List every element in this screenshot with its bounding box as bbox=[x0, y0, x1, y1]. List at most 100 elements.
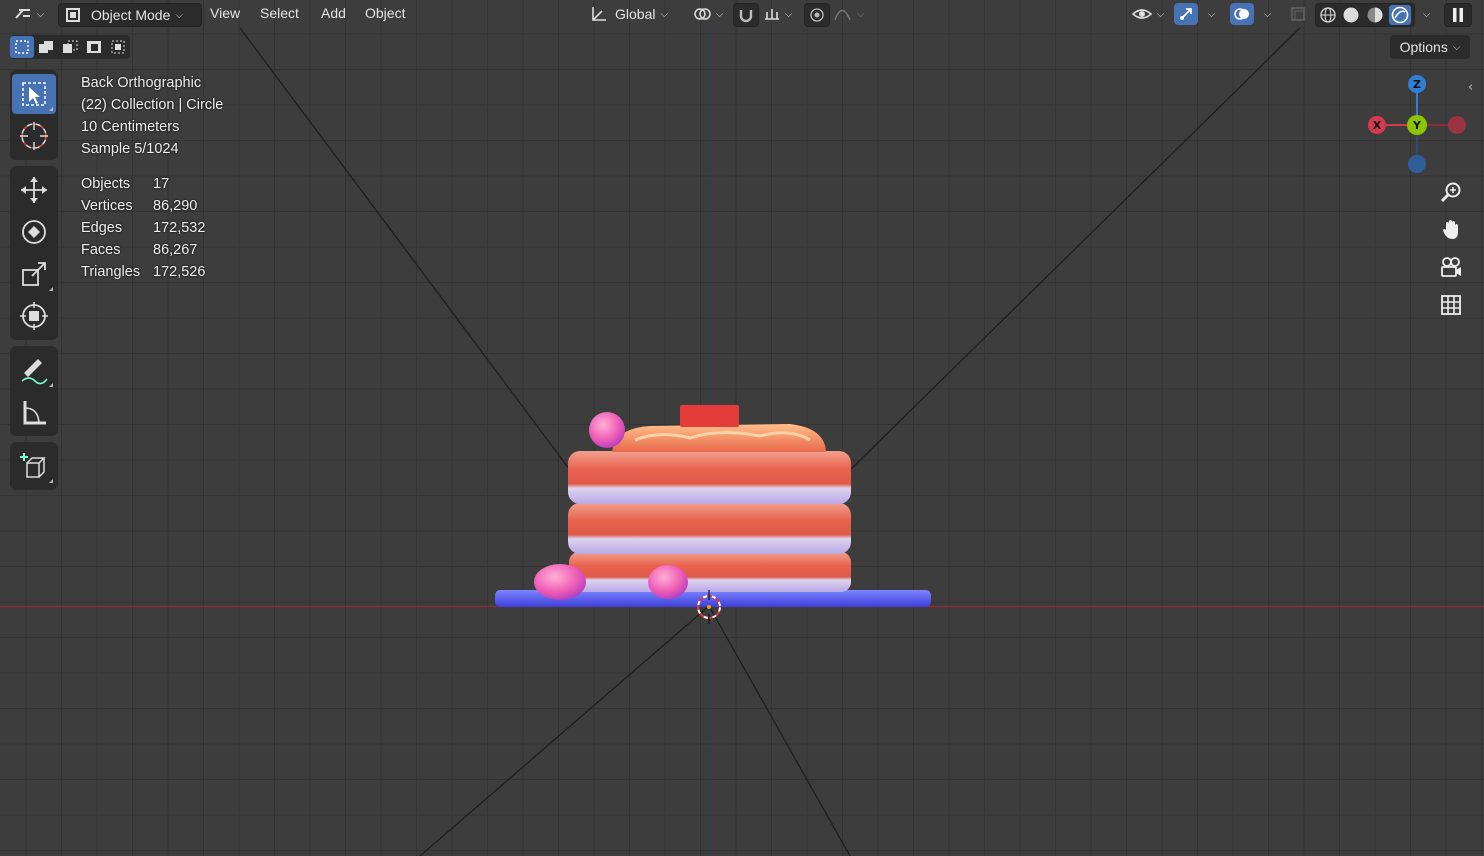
tool-options-indicator bbox=[49, 479, 53, 483]
orientation-label: Global bbox=[615, 6, 656, 22]
stat-label: Faces bbox=[81, 242, 121, 258]
stat-value: 172,532 bbox=[153, 220, 206, 236]
toggle-perspective-button[interactable] bbox=[1434, 288, 1468, 322]
transform-tool[interactable] bbox=[12, 296, 56, 336]
select-box-tool[interactable] bbox=[12, 74, 56, 114]
camera-icon bbox=[1441, 257, 1461, 277]
gizmo-icon bbox=[1180, 8, 1192, 20]
select-new-button[interactable] bbox=[10, 36, 34, 58]
options-dropdown[interactable]: Options ⌵ bbox=[1390, 35, 1470, 59]
tool-options-indicator bbox=[49, 107, 53, 111]
shading-dropdown[interactable]: ⌵ bbox=[1414, 3, 1434, 25]
select-subtract-icon bbox=[63, 40, 78, 53]
camera-view-button[interactable] bbox=[1434, 250, 1468, 284]
scale-tool[interactable] bbox=[12, 254, 56, 294]
falloff-curve-icon bbox=[834, 9, 851, 21]
navigation-gizmo[interactable]: Z X Y bbox=[1360, 70, 1470, 180]
viewport-header: ⌵ Object Mode ⌵ View Select Add Object G… bbox=[0, 0, 1484, 29]
select-subtract-button[interactable] bbox=[58, 39, 82, 55]
material-shading-icon[interactable] bbox=[1366, 6, 1384, 24]
camera-line bbox=[239, 27, 571, 471]
add-cube-tool[interactable] bbox=[12, 446, 56, 486]
gizmo-x-label: X bbox=[1373, 119, 1382, 132]
collection-label: (22) Collection | Circle bbox=[81, 97, 224, 113]
solid-shading-icon[interactable] bbox=[1342, 6, 1360, 24]
grid-icon bbox=[1441, 295, 1461, 315]
cursor-tool[interactable] bbox=[12, 116, 56, 156]
stat-row: Vertices 86,290 bbox=[81, 195, 205, 217]
pan-button[interactable] bbox=[1434, 212, 1468, 246]
editor-type-button[interactable]: ⌵ bbox=[8, 3, 50, 25]
gizmo-toggle[interactable] bbox=[1174, 3, 1198, 25]
menu-object[interactable]: Object bbox=[359, 4, 411, 22]
orientation-icon bbox=[592, 7, 606, 21]
pivot-point-dropdown[interactable]: ⌵ bbox=[690, 3, 726, 25]
add-tools bbox=[10, 442, 58, 490]
gizmo-z-label: Z bbox=[1413, 78, 1421, 91]
menu-select[interactable]: Select bbox=[254, 4, 305, 22]
chevron-down-icon: ⌵ bbox=[1452, 41, 1461, 53]
rendered-shading-button[interactable] bbox=[1389, 5, 1412, 25]
shading-mode-group bbox=[1315, 3, 1415, 27]
transform-orientation-dropdown[interactable]: Global ⌵ bbox=[585, 3, 685, 25]
menu-view[interactable]: View bbox=[204, 4, 246, 22]
rotate-tool[interactable] bbox=[12, 212, 56, 252]
proportional-editing-toggle[interactable] bbox=[804, 3, 830, 27]
chevron-down-icon: ⌵ bbox=[784, 8, 793, 20]
overlays-dropdown[interactable]: ⌵ bbox=[1255, 3, 1275, 25]
stat-value: 86,290 bbox=[153, 198, 198, 214]
mode-label: Object Mode bbox=[91, 7, 171, 23]
butter bbox=[680, 405, 739, 427]
stat-label: Vertices bbox=[81, 198, 133, 214]
chevron-down-icon: ⌵ bbox=[1422, 8, 1431, 20]
viewport-info: Back Orthographic (22) Collection | Circ… bbox=[81, 72, 223, 160]
tool-options-indicator bbox=[49, 287, 53, 291]
add-cube-icon bbox=[20, 453, 46, 478]
menu-add[interactable]: Add bbox=[315, 4, 352, 22]
snap-increment-icon bbox=[764, 9, 779, 20]
selection-mode-group bbox=[10, 35, 130, 59]
mode-dropdown[interactable]: Object Mode ⌵ bbox=[58, 3, 202, 27]
cursor-icon bbox=[20, 122, 48, 150]
select-extend-icon bbox=[39, 41, 53, 53]
stat-label: Objects bbox=[81, 176, 131, 192]
select-invert-button[interactable] bbox=[82, 39, 106, 55]
select-extend-button[interactable] bbox=[34, 39, 58, 55]
select-box-icon bbox=[22, 82, 46, 106]
stat-label: Triangles bbox=[81, 264, 141, 280]
chevron-down-icon: ⌵ bbox=[660, 8, 669, 20]
xray-toggle[interactable] bbox=[1286, 3, 1310, 25]
gizmo-dropdown[interactable]: ⌵ bbox=[1199, 3, 1219, 25]
pause-render-button[interactable] bbox=[1444, 3, 1472, 27]
visibility-dropdown[interactable]: ⌵ bbox=[1128, 3, 1168, 25]
select-new-icon bbox=[15, 40, 29, 54]
annotate-tool[interactable] bbox=[12, 350, 56, 390]
tool-options-indicator bbox=[49, 383, 53, 387]
pivot-icon bbox=[693, 8, 711, 20]
scene-statistics: Objects 17 Vertices 86,290 Edges 172,532 Fa… bbox=[81, 173, 205, 283]
grid-scale: 10 Centimeters bbox=[81, 119, 180, 135]
chevron-down-icon: ⌵ bbox=[36, 8, 45, 20]
select-intersect-button[interactable] bbox=[106, 39, 130, 55]
measure-tool[interactable] bbox=[12, 392, 56, 432]
snap-target-dropdown[interactable]: ⌵ bbox=[759, 3, 797, 25]
zoom-button[interactable] bbox=[1434, 175, 1468, 209]
select-intersect-icon bbox=[111, 40, 125, 54]
stat-row: Objects 17 bbox=[81, 173, 205, 195]
wireframe-shading-icon[interactable] bbox=[1319, 6, 1337, 24]
select-invert-icon bbox=[87, 41, 101, 53]
falloff-dropdown[interactable]: ⌵ bbox=[830, 3, 868, 25]
rotate-icon bbox=[22, 220, 46, 244]
selection-tools bbox=[10, 70, 58, 160]
stat-row: Triangles 172,526 bbox=[81, 261, 205, 283]
rendered-shading-icon bbox=[1391, 6, 1409, 24]
snap-toggle[interactable] bbox=[733, 3, 759, 27]
hand-icon bbox=[1443, 220, 1458, 239]
berry bbox=[534, 564, 586, 600]
object-mode-icon bbox=[66, 8, 80, 22]
proportional-edit-icon bbox=[810, 8, 824, 22]
chevron-down-icon: ⌵ bbox=[715, 8, 724, 20]
camera-line bbox=[419, 605, 710, 856]
overlays-toggle[interactable] bbox=[1230, 3, 1254, 25]
move-tool[interactable] bbox=[12, 170, 56, 210]
